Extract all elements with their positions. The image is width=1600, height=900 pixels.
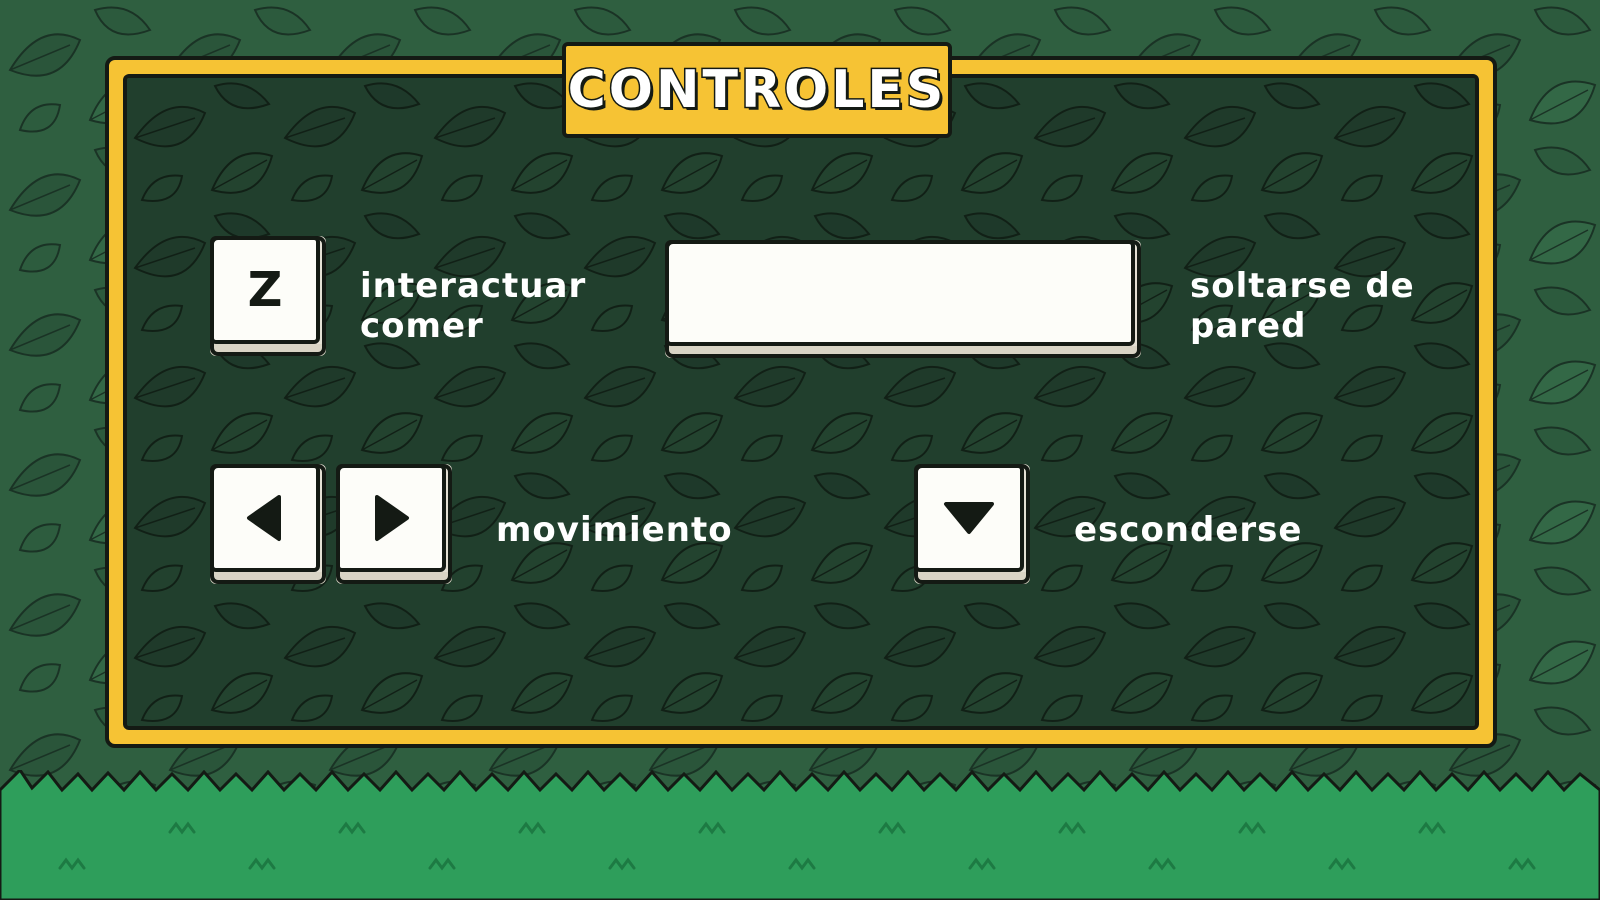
- controls-panel: [105, 56, 1497, 748]
- interact-label: interactuar comer: [360, 266, 586, 346]
- panel-leaf-pattern: [127, 78, 1475, 726]
- arrow-left-icon: [247, 495, 281, 541]
- grass-ground: [0, 770, 1600, 900]
- movement-label-text: movimiento: [496, 510, 733, 550]
- wall-release-label: soltarse de pared: [1190, 266, 1415, 346]
- key-left: [210, 464, 326, 584]
- key-space: [665, 240, 1141, 358]
- key-z-label: Z: [247, 262, 283, 318]
- hide-label: esconderse: [1074, 510, 1302, 550]
- controls-panel-inner: [123, 74, 1479, 730]
- interact-label-line1: interactuar: [360, 266, 587, 306]
- hide-label-text: esconderse: [1074, 510, 1303, 550]
- wall-release-label-line2: pared: [1190, 306, 1307, 346]
- arrow-down-icon: [944, 502, 994, 534]
- key-right: [336, 464, 452, 584]
- title-plaque: CONTROLES: [562, 42, 952, 138]
- key-z: Z: [210, 236, 326, 356]
- controls-screen: CONTROLES Z interactuar comer soltarse d…: [0, 0, 1600, 900]
- arrow-right-icon: [375, 495, 409, 541]
- page-title: CONTROLES: [566, 59, 947, 122]
- key-down: [914, 464, 1030, 584]
- interact-label-line2: comer: [360, 306, 484, 346]
- movement-label: movimiento: [496, 510, 733, 550]
- wall-release-label-line1: soltarse de: [1190, 266, 1415, 306]
